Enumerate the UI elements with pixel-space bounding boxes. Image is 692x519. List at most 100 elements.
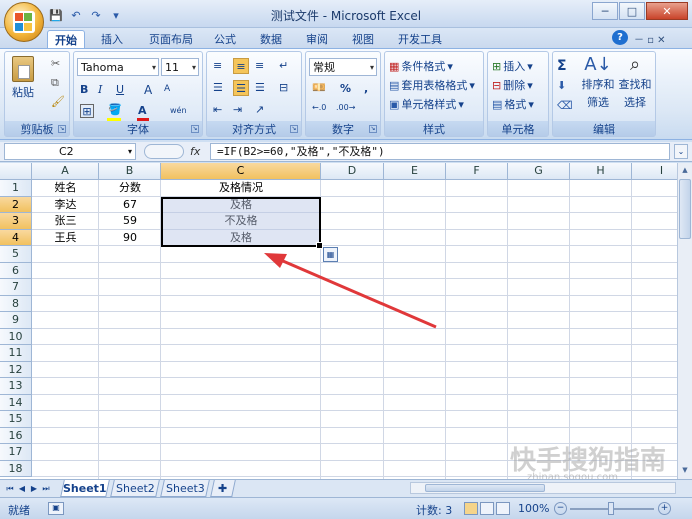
fill-color-icon[interactable]: 🪣	[108, 104, 122, 115]
row-header-3[interactable]: 3	[0, 213, 32, 230]
autosum-button[interactable]: Σ	[557, 58, 567, 74]
scroll-down-icon[interactable]: ▼	[679, 464, 691, 476]
paste-options-icon[interactable]: ▦	[323, 247, 338, 262]
insert-cells-button[interactable]: ⊞ 插入 ▾	[492, 58, 533, 74]
cell-b3[interactable]: 59	[99, 213, 161, 229]
column-header-e[interactable]: E	[384, 163, 446, 180]
cut-icon[interactable]: ✂	[51, 58, 60, 69]
cell-c4[interactable]: 及格	[161, 230, 321, 246]
horizontal-scrollbar[interactable]	[410, 482, 676, 494]
font-color-button[interactable]: A	[138, 104, 147, 117]
border-icon[interactable]: ⊞	[80, 104, 94, 118]
align-left-icon[interactable]: ☰	[213, 82, 223, 93]
cell-b1[interactable]: 分数	[99, 180, 161, 196]
align-bottom-icon[interactable]: ≡	[255, 60, 264, 71]
sort-filter-button[interactable]: A↓ 排序和 筛选	[581, 56, 615, 110]
row-header-8[interactable]: 8	[0, 295, 32, 312]
minimize-button[interactable]: ─	[592, 2, 618, 20]
merge-center-icon[interactable]: ⊟	[279, 82, 288, 93]
zoom-in-icon[interactable]: +	[658, 502, 671, 515]
orientation-icon[interactable]: ↗	[255, 104, 264, 115]
bold-button[interactable]: B	[80, 83, 88, 96]
wrap-text-icon[interactable]: ↵	[279, 60, 288, 71]
row-header-10[interactable]: 10	[0, 328, 32, 345]
normal-view-icon[interactable]	[464, 502, 478, 515]
tab-page-layout[interactable]: 页面布局	[143, 30, 199, 48]
row-header-12[interactable]: 12	[0, 361, 32, 378]
cell-a4[interactable]: 王兵	[32, 230, 99, 246]
cell-b4[interactable]: 90	[99, 230, 161, 246]
column-header-a[interactable]: A	[32, 163, 99, 180]
row-header-13[interactable]: 13	[0, 378, 32, 395]
number-launcher-icon[interactable]: ↘	[369, 125, 377, 133]
number-format-combo[interactable]: 常规 ▾	[309, 58, 377, 76]
align-center-icon[interactable]: ☰	[233, 80, 249, 96]
align-right-icon[interactable]: ☰	[255, 82, 265, 93]
sheet-tab-3[interactable]: Sheet3	[160, 480, 210, 497]
row-header-7[interactable]: 7	[0, 279, 32, 296]
insert-sheet-button[interactable]: ✚	[210, 480, 236, 497]
format-as-table-button[interactable]: ▤ 套用表格格式 ▾	[389, 77, 475, 93]
tab-data[interactable]: 数据	[254, 30, 288, 48]
zoom-slider-thumb[interactable]	[608, 502, 614, 515]
first-sheet-icon[interactable]: ⏮	[4, 482, 16, 495]
clipboard-launcher-icon[interactable]: ↘	[58, 125, 66, 133]
font-size-combo[interactable]: 11 ▾	[161, 58, 199, 76]
zoom-out-icon[interactable]: −	[554, 502, 567, 515]
clear-icon[interactable]: ⌫	[557, 100, 573, 111]
vertical-scrollbar[interactable]: ▲ ▼	[677, 163, 692, 479]
column-header-f[interactable]: F	[446, 163, 508, 180]
tab-insert[interactable]: 插入	[95, 30, 129, 48]
cell-a1[interactable]: 姓名	[32, 180, 99, 196]
italic-button[interactable]: I	[98, 83, 102, 96]
cell-b2[interactable]: 67	[99, 197, 161, 213]
fill-icon[interactable]: ⬇	[557, 80, 566, 91]
increase-decimal-icon[interactable]: ←.0	[312, 104, 326, 112]
decrease-decimal-icon[interactable]: .00→	[336, 104, 355, 112]
page-break-view-icon[interactable]	[496, 502, 510, 515]
formula-input[interactable]: =IF(B2>=60,"及格","不及格")	[210, 143, 670, 160]
row-header-14[interactable]: 14	[0, 394, 32, 411]
tab-review[interactable]: 审阅	[300, 30, 334, 48]
underline-button[interactable]: U	[116, 83, 124, 96]
formula-bar-controls[interactable]	[144, 144, 184, 159]
find-select-button[interactable]: ⌕ 查找和 选择	[617, 56, 653, 110]
sheet-tab-1[interactable]: Sheet1	[60, 480, 110, 497]
help-icon[interactable]: ?	[612, 30, 628, 45]
row-header-2[interactable]: 2	[0, 196, 32, 213]
cell-c3[interactable]: 不及格	[161, 213, 321, 229]
row-header-18[interactable]: 18	[0, 460, 32, 477]
row-header-11[interactable]: 11	[0, 345, 32, 362]
shrink-font-button[interactable]: A	[164, 84, 170, 94]
copy-icon[interactable]: ⧉	[51, 77, 59, 88]
prev-sheet-icon[interactable]: ◀	[16, 482, 28, 495]
row-header-1[interactable]: 1	[0, 180, 32, 197]
last-sheet-icon[interactable]: ⏭	[40, 482, 52, 495]
close-button[interactable]: ✕	[646, 2, 688, 20]
grow-font-button[interactable]: A	[144, 83, 152, 97]
tab-developer[interactable]: 开发工具	[392, 30, 448, 48]
name-box[interactable]: C2 ▾	[4, 143, 136, 160]
page-layout-view-icon[interactable]	[480, 502, 494, 515]
column-header-h[interactable]: H	[570, 163, 632, 180]
row-header-5[interactable]: 5	[0, 246, 32, 263]
ribbon-window-controls[interactable]: － ▫ ✕	[634, 31, 666, 46]
column-header-b[interactable]: B	[99, 163, 161, 180]
percent-button[interactable]: %	[340, 82, 351, 95]
align-middle-icon[interactable]: ≡	[233, 58, 249, 74]
cell-c1[interactable]: 及格情况	[161, 180, 321, 196]
maximize-button[interactable]: □	[619, 2, 645, 20]
vertical-scroll-thumb[interactable]	[679, 179, 691, 239]
paste-button[interactable]: 粘贴	[9, 56, 37, 100]
row-header-4[interactable]: 4	[0, 229, 32, 246]
select-all-button[interactable]	[0, 163, 32, 180]
sheet-tab-2[interactable]: Sheet2	[110, 480, 160, 497]
cell-a3[interactable]: 张三	[32, 213, 99, 229]
row-header-15[interactable]: 15	[0, 411, 32, 428]
font-launcher-icon[interactable]: ↘	[191, 125, 199, 133]
column-header-g[interactable]: G	[508, 163, 570, 180]
alignment-launcher-icon[interactable]: ↘	[290, 125, 298, 133]
tab-formulas[interactable]: 公式	[208, 30, 242, 48]
tab-home[interactable]: 开始	[47, 30, 85, 48]
scroll-up-icon[interactable]: ▲	[679, 164, 691, 176]
